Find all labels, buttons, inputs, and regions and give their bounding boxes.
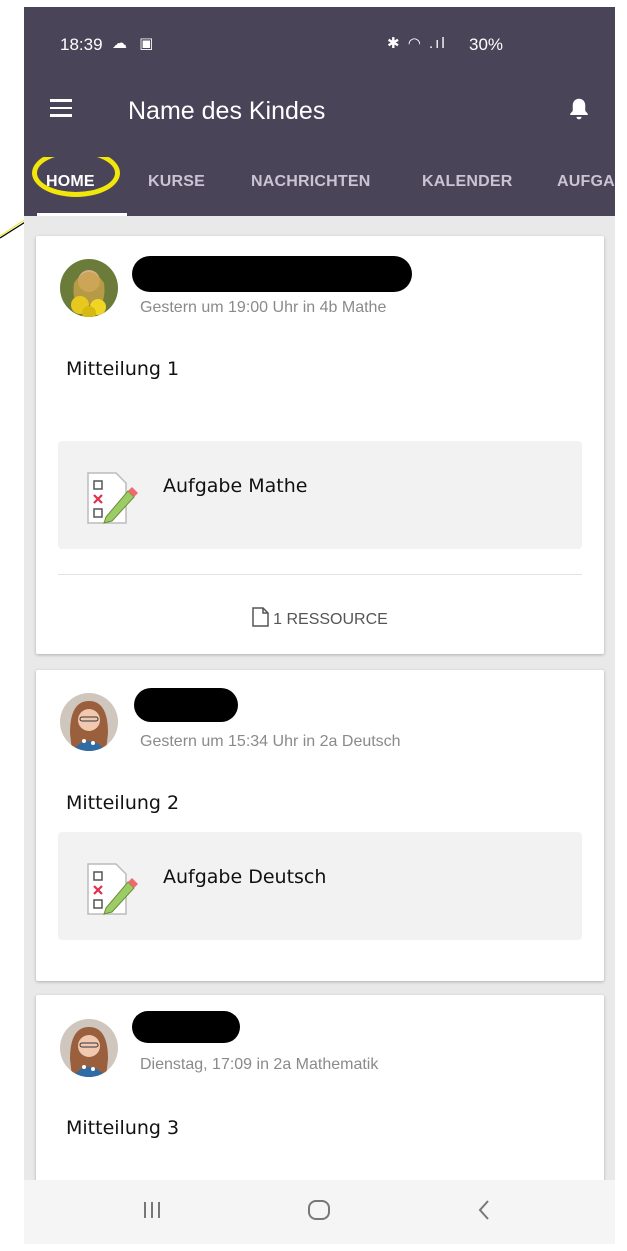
- post-message: Mitteilung 2: [66, 792, 180, 814]
- page-title: Name des Kindes: [128, 97, 326, 125]
- battery-level: 30%: [469, 35, 504, 54]
- menu-icon[interactable]: [50, 99, 72, 117]
- post-meta: Gestern um 15:34 Uhr in 2a Deutsch: [140, 733, 401, 750]
- redacted-name: [132, 256, 412, 292]
- assignment-icon: [87, 472, 138, 524]
- status-time: 18:39: [60, 35, 103, 54]
- resources-label: 1 RESSOURCE: [273, 611, 388, 628]
- status-bar: 18:39 ☁ ▣ ✱ ◠ .ıl 30%: [24, 7, 615, 77]
- teacher-avatar: [60, 693, 118, 751]
- connectivity-icons: ✱ ◠ .ıl: [387, 35, 447, 52]
- document-icon: [252, 607, 269, 627]
- resources-button[interactable]: 1 RESSOURCE: [36, 607, 604, 629]
- post-message: Mitteilung 3: [66, 1117, 180, 1139]
- assignment-attachment[interactable]: Aufgabe Deutsch: [58, 832, 582, 940]
- redacted-name: [132, 1011, 240, 1043]
- post-card[interactable]: Dienstag, 17:09 in 2a Mathematik Mitteil…: [36, 995, 604, 1195]
- tab-nachrichten[interactable]: NACHRICHTEN: [251, 173, 371, 191]
- teacher-avatar: [60, 1019, 118, 1077]
- tab-bar: HOME KURSE NACHRICHTEN KALENDER AUFGA: [24, 157, 615, 216]
- app-header: 18:39 ☁ ▣ ✱ ◠ .ıl 30% Name des Kindes HO…: [24, 7, 615, 216]
- assignment-title: Aufgabe Mathe: [163, 475, 308, 497]
- redacted-name: [134, 688, 238, 722]
- assignment-attachment[interactable]: Aufgabe Mathe: [58, 441, 582, 549]
- home-circle-icon[interactable]: [307, 1198, 331, 1222]
- home-tab-highlight-ring: [32, 157, 120, 197]
- post-card[interactable]: Gestern um 19:00 Uhr in 4b Mathe Mitteil…: [36, 236, 604, 654]
- phone-screen: 18:39 ☁ ▣ ✱ ◠ .ıl 30% Name des Kindes HO…: [24, 7, 615, 1244]
- bell-icon[interactable]: [564, 95, 594, 125]
- divider: [58, 574, 582, 575]
- post-meta: Dienstag, 17:09 in 2a Mathematik: [140, 1056, 379, 1073]
- post-message: Mitteilung 1: [66, 358, 180, 380]
- notification-icons: ☁ ▣: [112, 35, 158, 52]
- recents-icon[interactable]: [142, 1198, 162, 1222]
- system-navigation-bar: [24, 1180, 615, 1244]
- back-icon[interactable]: [476, 1198, 492, 1222]
- active-tab-indicator: [37, 213, 127, 216]
- teacher-avatar: [60, 259, 118, 317]
- assignment-icon: [87, 863, 138, 915]
- app-bar: Name des Kindes: [24, 77, 615, 157]
- tab-kurse[interactable]: KURSE: [148, 173, 205, 191]
- post-meta: Gestern um 19:00 Uhr in 4b Mathe: [140, 299, 387, 316]
- assignment-title: Aufgabe Deutsch: [163, 866, 327, 888]
- post-card[interactable]: Gestern um 15:34 Uhr in 2a Deutsch Mitte…: [36, 670, 604, 981]
- tab-kalender[interactable]: KALENDER: [422, 173, 513, 191]
- tab-aufgaben[interactable]: AUFGA: [557, 173, 615, 191]
